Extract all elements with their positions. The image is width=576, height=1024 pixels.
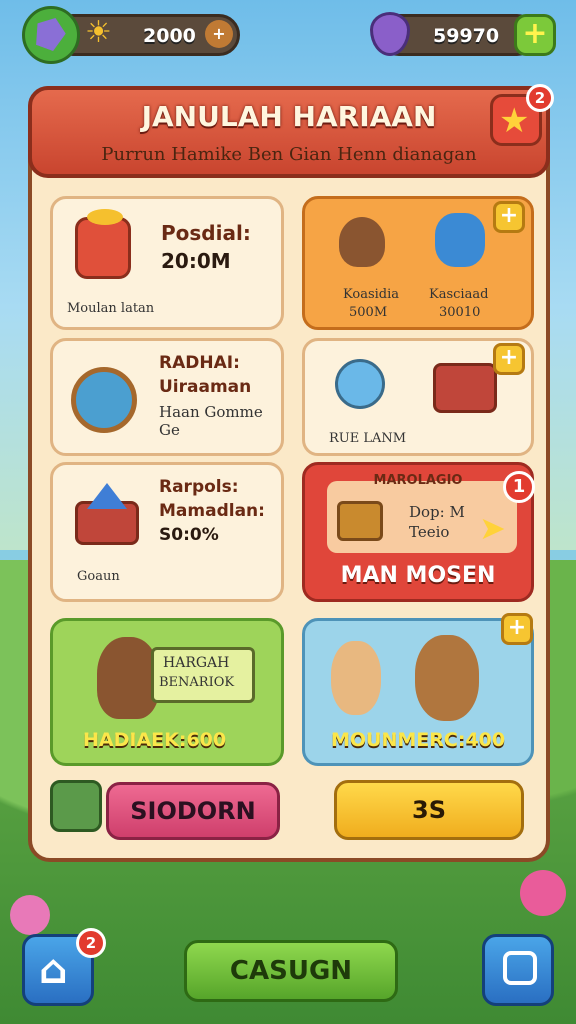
add-gems-button[interactable]: + xyxy=(514,14,556,56)
gem-icon xyxy=(22,6,80,64)
star-icon: ★ xyxy=(499,101,530,141)
card3-line2: Uiraaman xyxy=(159,377,252,397)
gem-value: 59970 xyxy=(433,25,500,47)
bear-icon xyxy=(97,637,159,719)
card7-footer: HADIAEK:600 xyxy=(83,729,227,751)
card2-right-value: 30010 xyxy=(439,305,481,320)
reward-card-rarpols[interactable]: Rarpols: Mamadlan: S0:0% Goaun xyxy=(50,462,284,602)
pink-action-button[interactable]: SIODORN xyxy=(106,782,280,840)
camera-icon xyxy=(503,951,537,985)
card3-line1: RADHAI: xyxy=(159,353,240,373)
card4-plus-button[interactable]: + xyxy=(493,343,525,375)
card5-line2: Mamadlan: xyxy=(159,501,265,521)
card1-line1: Posdial: xyxy=(161,221,251,245)
bear-icon xyxy=(339,217,385,267)
home-notification-badge: 2 xyxy=(76,928,106,958)
add-coins-icon[interactable]: + xyxy=(205,20,233,48)
bear-friend-icon xyxy=(331,641,381,715)
reward-card-radhai[interactable]: RADHAI: Uiraaman Haan Gomme Ge xyxy=(50,338,284,456)
card1-caption: Moulan latan xyxy=(67,301,155,316)
card5-line3: S0:0% xyxy=(159,525,219,545)
panel-title: JANULAH HARIAAN xyxy=(141,100,437,133)
card3-line3: Haan Gomme Ge xyxy=(159,403,263,439)
card6-bottom: MAN MOSEN xyxy=(340,563,496,588)
gold-chest-icon xyxy=(337,501,383,541)
arrow-pointer-icon: ➤ xyxy=(479,509,506,547)
reward-card-bears[interactable]: + Koasidia 500M Kasciaad 30010 xyxy=(302,196,534,330)
reward-card-chest[interactable]: + RUE LANM xyxy=(302,338,534,456)
reward-card-posdial[interactable]: Posdial: 20:0M Moulan latan xyxy=(50,196,284,330)
daily-reward-panel: JANULAH HARIAAN Purrun Hamike Ben Gian H… xyxy=(28,84,554,862)
claim-button[interactable]: CASUGN xyxy=(184,940,398,1002)
crystal-icon xyxy=(87,483,127,509)
home-icon: ⌂ xyxy=(39,947,68,993)
flower-decoration xyxy=(520,870,566,916)
bear-icon xyxy=(415,635,479,721)
reward-card-mounmerc[interactable]: + MOUNMERC:400 xyxy=(302,613,534,766)
camera-button[interactable] xyxy=(482,934,554,1006)
card2-right-label: Kasciaad xyxy=(429,287,489,302)
card7-speech2: BENARIOK xyxy=(159,675,235,690)
panel-subtitle: Purrun Hamike Ben Gian Henn dianagan xyxy=(101,144,477,165)
card1-line2: 20:0M xyxy=(161,249,231,273)
card4-caption: RUE LANM xyxy=(329,431,407,446)
card7-speech1: HARGAH xyxy=(163,655,230,671)
header-notification-badge: 2 xyxy=(526,84,554,112)
reward-card-hadiaek[interactable]: HARGAH BENARIOK HADIAEK:600 xyxy=(50,618,284,766)
card2-plus-button[interactable]: + xyxy=(493,201,525,233)
card2-left-label: Koasidia xyxy=(343,287,399,302)
card5-line1: Rarpols: xyxy=(159,477,239,497)
yellow-action-button[interactable]: 3S xyxy=(334,780,524,840)
drum-icon xyxy=(75,217,131,279)
coin-resource-bar: ☀ 2000 + xyxy=(52,14,240,56)
drum-top-icon xyxy=(87,209,123,225)
avatar-icon[interactable] xyxy=(50,780,102,832)
coin-value: 2000 xyxy=(143,25,196,47)
treasure-chest-icon xyxy=(433,363,497,413)
sun-coin-icon: ☀ xyxy=(85,15,112,50)
jar-icon xyxy=(335,359,385,409)
panel-header: JANULAH HARIAAN Purrun Hamike Ben Gian H… xyxy=(28,84,554,178)
card8-plus-button[interactable]: + xyxy=(501,613,533,645)
card6-mid2: Teeio xyxy=(409,523,450,541)
worker-icon xyxy=(435,213,485,267)
card8-footer: MOUNMERC:400 xyxy=(331,729,506,751)
flower-decoration xyxy=(10,895,50,935)
card2-left-value: 500M xyxy=(349,305,388,320)
reward-card-man-mosen[interactable]: MAROLAGIO Dop: M Teeio ➤ MAN MOSEN 1 xyxy=(302,462,535,602)
card6-notification-badge: 1 xyxy=(503,471,535,503)
shield-icon xyxy=(71,367,137,433)
card6-mid1: Dop: M xyxy=(409,503,465,521)
card5-caption: Goaun xyxy=(77,569,120,584)
card6-top: MAROLAGIO xyxy=(373,473,463,488)
